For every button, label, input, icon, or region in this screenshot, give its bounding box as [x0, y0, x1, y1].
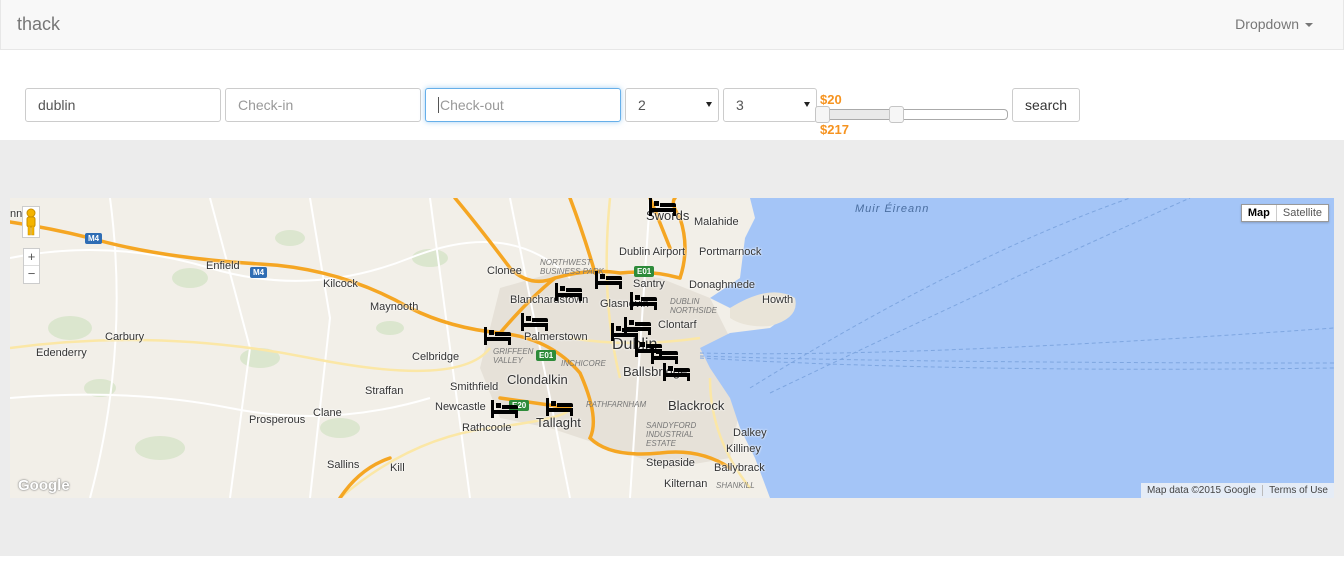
place-label: Blackrock [668, 398, 725, 413]
place-label: Santry [633, 278, 665, 290]
place-label: Tallaght [536, 415, 581, 430]
place-label: Carbury [105, 331, 145, 343]
place-label: Kilcock [323, 278, 358, 290]
place-label: Smithfield [450, 381, 499, 393]
slider-min-handle[interactable] [815, 106, 830, 123]
place-label: Maynooth [370, 301, 419, 313]
bed-icon[interactable] [490, 400, 520, 418]
map-data-credit: Map data ©2015 Google [1140, 485, 1264, 496]
bed-icon[interactable] [554, 283, 584, 301]
map-canvas[interactable]: Muir Éireann nnnd Swords Malahide Dublin… [10, 198, 1334, 498]
place-label: Celbridge [412, 351, 460, 363]
place-label: Portmarnock [699, 246, 762, 258]
terms-of-use-link[interactable]: Terms of Use [1263, 485, 1334, 496]
place-label: Palmerstown [524, 331, 588, 343]
place-label: Killiney [726, 443, 761, 455]
search-button[interactable]: search [1012, 88, 1080, 122]
price-range-slider[interactable] [815, 106, 1008, 123]
bed-icon[interactable] [650, 346, 680, 364]
place-label: Clane [313, 407, 342, 419]
place-label: Malahide [694, 216, 739, 228]
dropdown-menu-toggle[interactable]: Dropdown [1235, 16, 1313, 32]
bed-icon[interactable] [629, 292, 659, 310]
place-label: Sallins [327, 459, 360, 471]
road-shield: M4 [85, 233, 103, 244]
area-label: SHANKILL [716, 481, 755, 490]
slider-max-handle[interactable] [889, 106, 904, 123]
brand-link[interactable]: thack [17, 14, 60, 35]
pegman-icon [26, 208, 36, 236]
area-label: GRIFFEEN VALLEY [493, 347, 534, 365]
road-shield: E01 [536, 350, 557, 361]
place-label: Kilternan [664, 478, 708, 490]
rooms-select[interactable]: 3 [723, 88, 817, 122]
navbar: thack Dropdown [0, 0, 1344, 50]
bed-icon[interactable] [545, 398, 575, 416]
sea-label: Muir Éireann [855, 203, 930, 215]
area-label: SANDYFORD INDUSTRIAL ESTATE [646, 421, 697, 448]
place-label: Clonee [487, 265, 522, 277]
area-label: RATHFARNHAM [586, 400, 647, 409]
map-type-map-button[interactable]: Map [1242, 205, 1277, 221]
place-label: Donaghmede [689, 279, 756, 291]
zoom-in-button[interactable]: + [24, 249, 39, 266]
road-shield: M4 [250, 267, 268, 278]
guests-selected-value: 2 [638, 97, 646, 113]
road-shield: E01 [634, 266, 655, 277]
checkin-input[interactable]: Check-in [225, 88, 421, 122]
place-label: Prosperous [249, 414, 306, 426]
place-label: Edenderry [36, 347, 87, 359]
place-label: Clontarf [658, 319, 697, 331]
place-label: Enfield [206, 260, 240, 272]
zoom-control: + − [23, 248, 40, 284]
map-type-control: Map Satellite [1240, 204, 1329, 222]
select-arrow-icon [706, 102, 712, 107]
place-label: Straffan [365, 385, 404, 397]
text-cursor [438, 97, 439, 114]
zoom-out-button[interactable]: − [24, 266, 39, 283]
destination-input[interactable]: dublin [25, 88, 221, 122]
place-label: Howth [762, 294, 794, 306]
select-arrow-icon [804, 102, 810, 107]
bed-icon[interactable] [483, 327, 513, 345]
place-label: Stepaside [646, 457, 695, 469]
map-attribution: Map data ©2015 Google Terms of Use [1140, 483, 1334, 498]
dropdown-label: Dropdown [1235, 16, 1299, 32]
bed-icon[interactable] [662, 363, 692, 381]
checkout-input[interactable]: Check-out [425, 88, 621, 122]
map-type-satellite-button[interactable]: Satellite [1277, 205, 1328, 221]
place-label: Newcastle [435, 401, 486, 413]
place-label: Kill [390, 462, 405, 474]
caret-down-icon [1305, 23, 1313, 28]
bed-icon[interactable] [648, 198, 678, 216]
guests-select[interactable]: 2 [625, 88, 719, 122]
google-logo[interactable]: Google [18, 477, 70, 494]
place-label: Ballybrack [714, 462, 765, 474]
street-view-pegman[interactable] [22, 206, 40, 238]
place-label: Clondalkin [507, 372, 568, 387]
place-label: Dublin Airport [619, 246, 686, 258]
bed-icon[interactable] [594, 271, 624, 289]
place-label: Rathcoole [462, 422, 512, 434]
area-label: INCHICORE [561, 359, 606, 368]
bed-icon[interactable] [520, 313, 550, 331]
checkout-placeholder: Check-out [440, 97, 504, 113]
rooms-selected-value: 3 [736, 97, 744, 113]
area-label: DUBLIN NORTHSIDE [670, 297, 717, 315]
place-label: Dalkey [733, 427, 767, 439]
